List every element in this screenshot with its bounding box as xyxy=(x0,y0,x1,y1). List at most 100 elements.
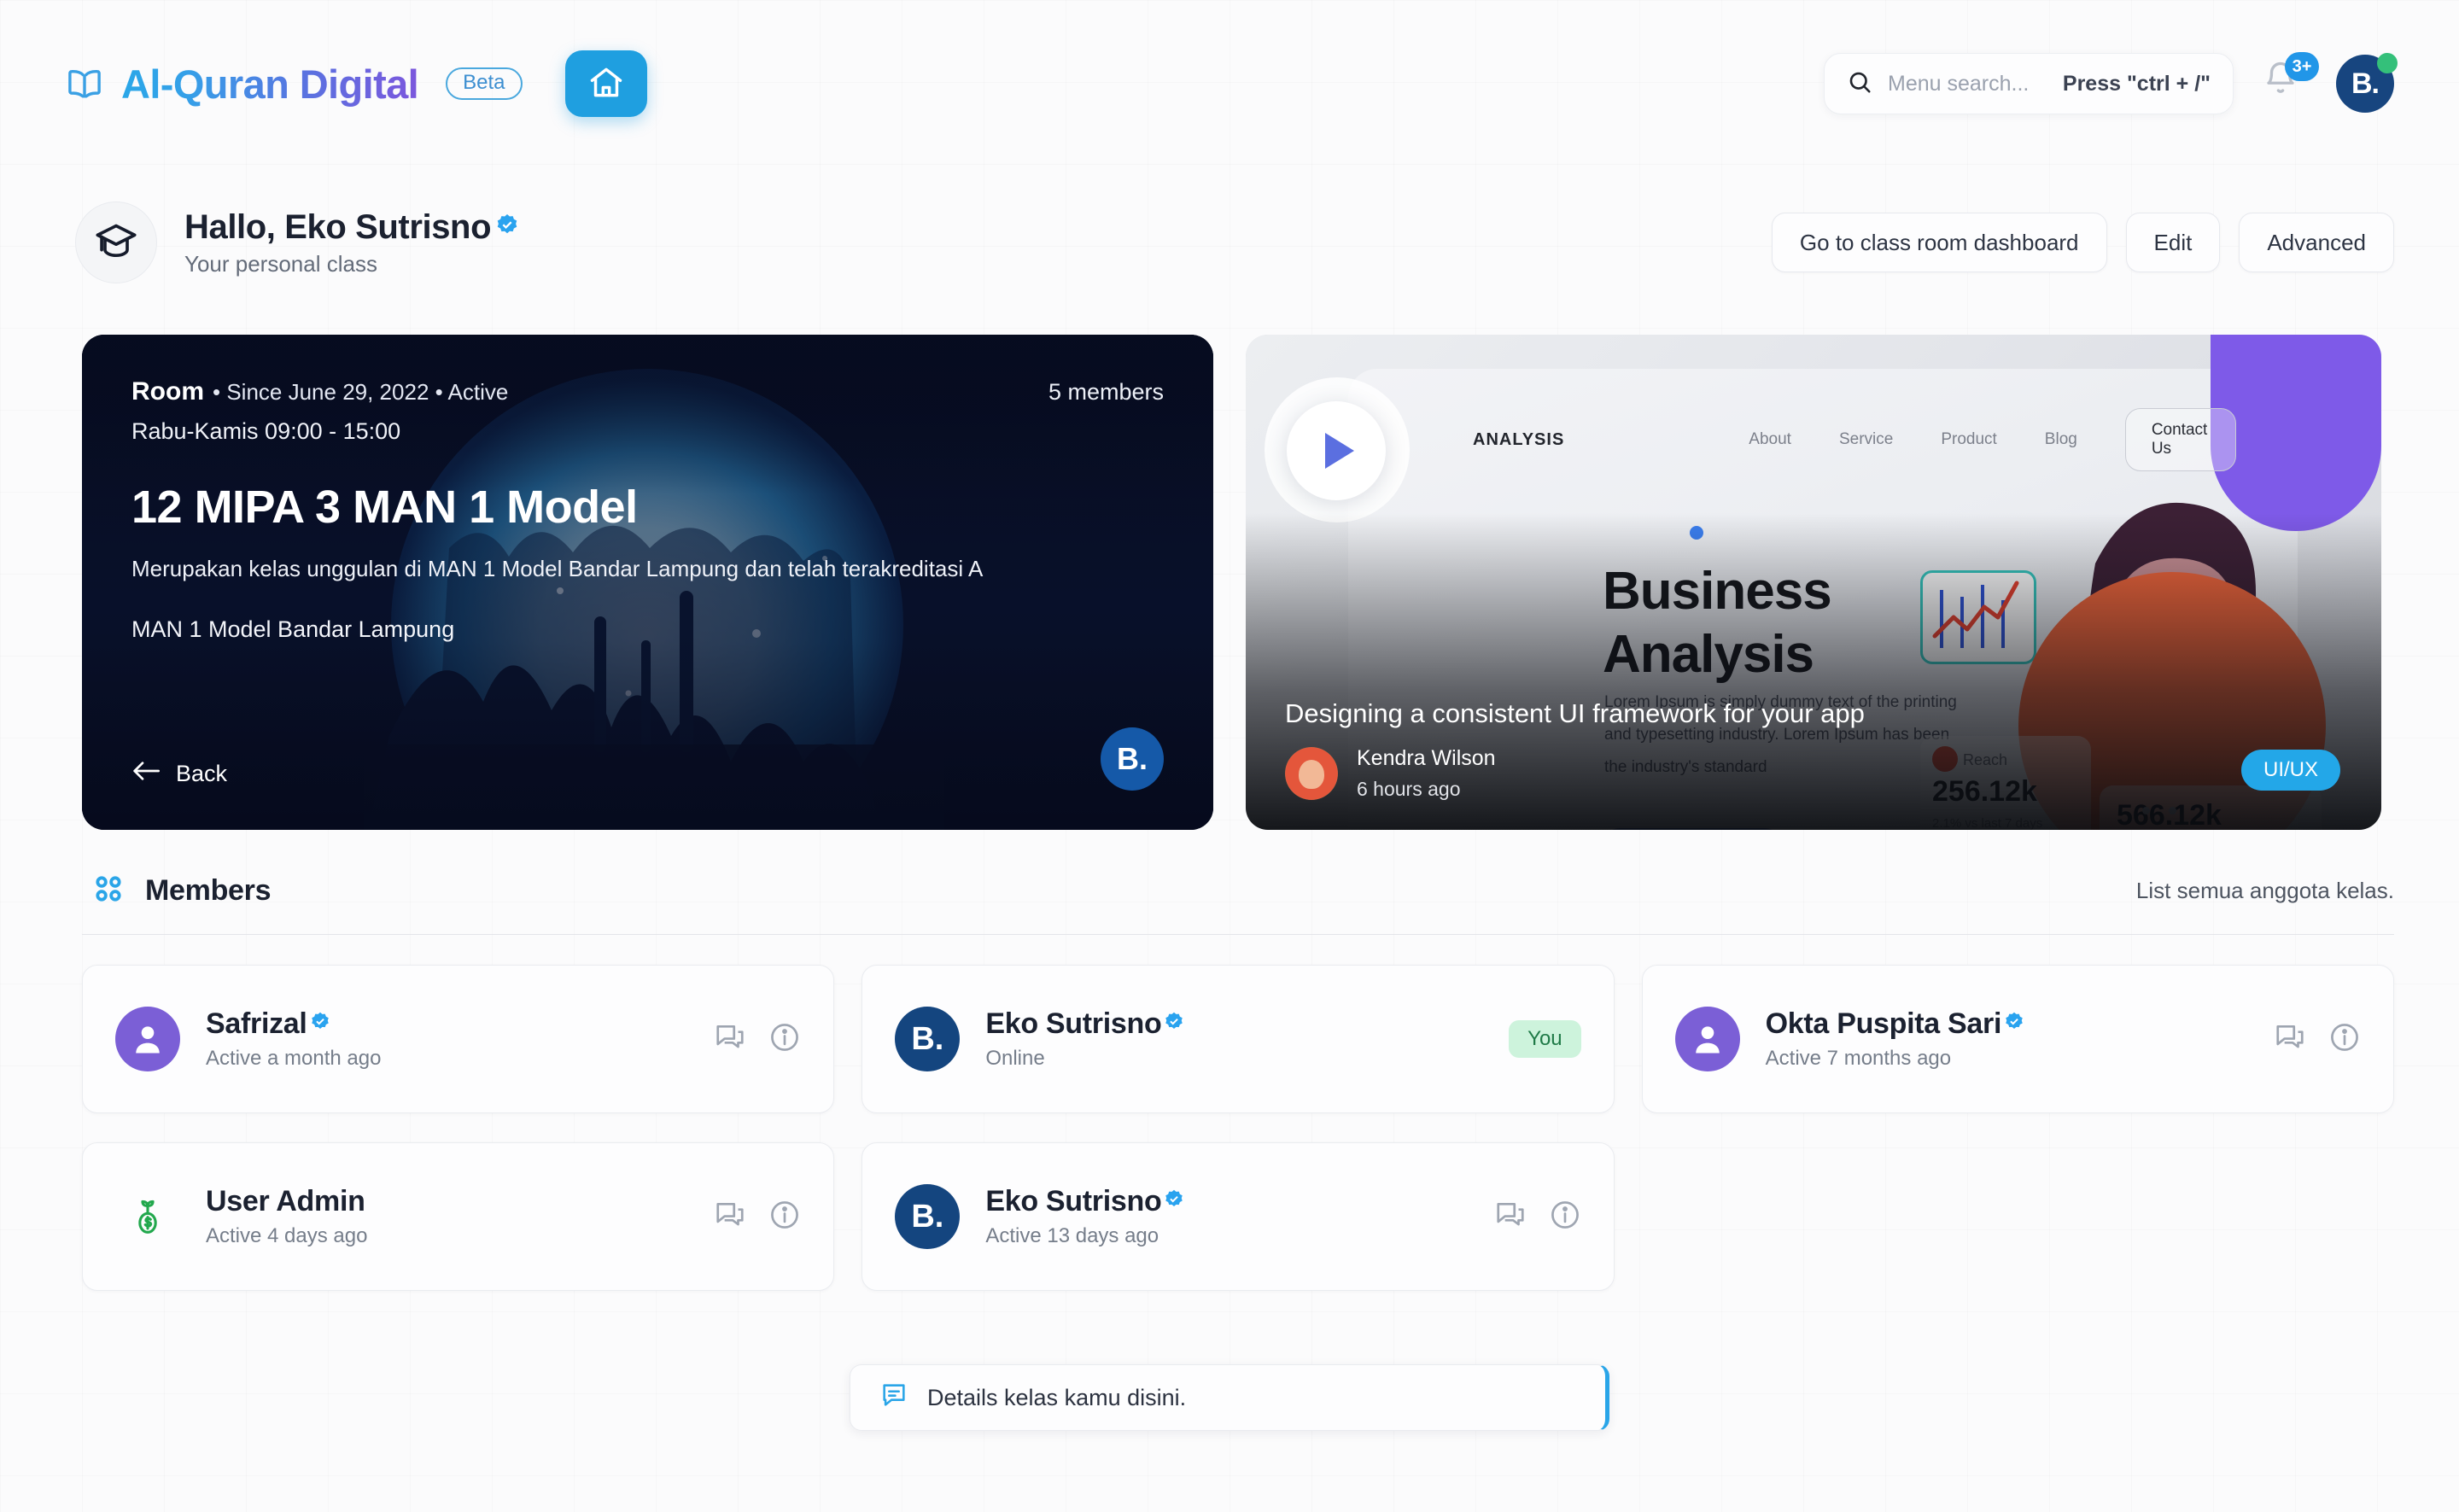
arrow-left-icon xyxy=(131,761,161,787)
greeting-text: Hallo, Eko Sutrisno Your personal class xyxy=(184,208,520,277)
member-name: User Admin xyxy=(206,1185,367,1218)
brand-title: Al-Quran Digital xyxy=(121,61,419,107)
room-content: Room • Since June 29, 2022 • Active 5 me… xyxy=(82,335,1213,830)
user-avatar[interactable]: B. xyxy=(2336,53,2398,113)
person-icon xyxy=(1674,1007,1740,1071)
back-label: Back xyxy=(176,761,228,786)
chat-icon[interactable] xyxy=(2274,1021,2306,1058)
member-status: Active a month ago xyxy=(206,1047,382,1070)
member-actions xyxy=(2274,1021,2361,1058)
member-name-text: Eko Sutrisno xyxy=(985,1007,1162,1040)
chat-icon[interactable] xyxy=(1494,1199,1527,1235)
home-icon xyxy=(587,64,625,104)
members-header: Members List semua anggota kelas. xyxy=(92,873,2394,909)
member-actions xyxy=(714,1021,801,1058)
info-icon[interactable] xyxy=(768,1021,801,1058)
info-icon[interactable] xyxy=(2328,1021,2361,1058)
member-status: Active 7 months ago xyxy=(1765,1047,1952,1070)
advanced-button[interactable]: Advanced xyxy=(2239,213,2394,272)
member-name: Eko Sutrisno xyxy=(985,1007,1185,1041)
home-button[interactable] xyxy=(564,50,647,117)
member-card-user-admin[interactable]: User Admin Active 4 days ago xyxy=(82,1142,835,1291)
chat-icon[interactable] xyxy=(714,1199,746,1235)
search-placeholder: Menu search... xyxy=(1888,71,2030,96)
member-avatar-initials: B. xyxy=(911,1020,944,1057)
greeting-subtitle: Your personal class xyxy=(184,250,377,277)
header-actions: Go to class room dashboard Edit Advanced xyxy=(1771,213,2394,272)
room-schedule: Rabu-Kamis 09:00 - 15:00 xyxy=(131,418,401,444)
online-status-dot xyxy=(2377,53,2398,73)
graduation-cap-icon xyxy=(75,201,157,283)
member-card-safrizal[interactable]: Safrizal Active a month ago xyxy=(82,965,835,1113)
author-avatar xyxy=(1285,747,1338,800)
member-name-text: User Admin xyxy=(206,1185,365,1217)
info-icon[interactable] xyxy=(768,1199,801,1235)
room-owner-initials: B. xyxy=(1117,741,1148,776)
greeting-name: Hallo, Eko Sutrisno xyxy=(184,207,492,246)
info-icon[interactable] xyxy=(1549,1199,1581,1235)
member-card-eko-sutrisno[interactable]: B. Eko Sutrisno Active 13 days ago xyxy=(862,1142,1615,1291)
member-avatar-initials: B. xyxy=(911,1198,944,1235)
person-icon xyxy=(115,1007,180,1071)
top-bar-right: Menu search... Press "ctrl + /" 3+ B. xyxy=(1824,52,2398,114)
featured-video-card[interactable]: ANALYSIS About Service Product Blog Cont… xyxy=(1246,335,2381,830)
edit-button[interactable]: Edit xyxy=(2125,213,2221,272)
avatar-initials: B. xyxy=(2351,67,2380,100)
video-timestamp: 6 hours ago xyxy=(1357,778,1461,800)
search-icon xyxy=(1847,69,1872,99)
room-owner-avatar: B. xyxy=(1101,727,1164,791)
room-card[interactable]: Room • Since June 29, 2022 • Active 5 me… xyxy=(82,335,1213,830)
search-shortcut-hint: Press "ctrl + /" xyxy=(2062,71,2211,96)
video-title: Designing a consistent UI framework for … xyxy=(1285,698,1865,728)
greeting-row: Hallo, Eko Sutrisno Your personal class … xyxy=(75,201,2394,283)
brand-logo[interactable]: Al-Quran Digital Beta xyxy=(65,61,523,108)
member-name-text: Eko Sutrisno xyxy=(985,1185,1162,1217)
members-title: Members xyxy=(145,874,272,907)
member-card-eko-sutrisno-you[interactable]: B. Eko Sutrisno Online You xyxy=(862,965,1615,1113)
member-name: Safrizal xyxy=(206,1007,381,1041)
verified-icon xyxy=(1163,1007,1185,1041)
room-location: MAN 1 Model Bandar Lampung xyxy=(131,616,455,642)
member-status: Active 4 days ago xyxy=(206,1224,368,1247)
video-author-name: Kendra Wilson xyxy=(1357,746,1496,770)
member-card-okta-puspita-sari[interactable]: Okta Puspita Sari Active 7 months ago xyxy=(1641,965,2394,1113)
verified-icon xyxy=(2003,1007,2025,1041)
video-author-row: Kendra Wilson 6 hours ago xyxy=(1285,746,1496,801)
go-to-classroom-dashboard-button[interactable]: Go to class room dashboard xyxy=(1771,213,2107,272)
room-members-count: 5 members xyxy=(1048,379,1164,405)
members-note: List semua anggota kelas. xyxy=(2135,878,2394,903)
notification-badge: 3+ xyxy=(2285,52,2319,81)
member-name: Eko Sutrisno xyxy=(985,1185,1185,1218)
room-meta-row: Room • Since June 29, 2022 • Active 5 me… xyxy=(131,377,1164,406)
beta-badge: Beta xyxy=(446,67,523,100)
grid-icon xyxy=(92,873,125,909)
room-label: Room xyxy=(131,377,204,406)
app-page: Al-Quran Digital Beta Menu search... Pre… xyxy=(0,0,2459,1512)
verified-icon xyxy=(309,1007,331,1041)
room-description: Merupakan kelas unggulan di MAN 1 Model … xyxy=(131,556,984,581)
money-plant-icon xyxy=(115,1184,180,1249)
you-badge: You xyxy=(1509,1020,1581,1058)
member-name-text: Okta Puspita Sari xyxy=(1765,1007,2002,1040)
search-input[interactable]: Menu search... Press "ctrl + /" xyxy=(1824,53,2234,114)
details-banner[interactable]: Details kelas kamu disini. xyxy=(850,1364,1609,1431)
member-status: Active 13 days ago xyxy=(985,1224,1159,1247)
chat-icon[interactable] xyxy=(714,1021,746,1058)
notifications-button[interactable]: 3+ xyxy=(2263,52,2319,108)
member-name-text: Safrizal xyxy=(206,1007,307,1040)
member-actions xyxy=(1494,1199,1581,1235)
members-grid: Safrizal Active a month ago B. Eko Sutri… xyxy=(82,965,2394,1291)
message-icon xyxy=(879,1381,908,1416)
members-divider xyxy=(82,934,2394,935)
avatar: B. xyxy=(895,1007,961,1071)
back-button[interactable]: Back xyxy=(131,761,1164,787)
member-actions xyxy=(714,1199,801,1235)
bell-icon xyxy=(2263,61,2298,102)
cards-row: Room • Since June 29, 2022 • Active 5 me… xyxy=(82,335,2394,830)
room-title: 12 MIPA 3 MAN 1 Model xyxy=(131,482,638,533)
avatar: B. xyxy=(895,1184,961,1249)
verified-icon xyxy=(494,208,520,246)
video-tag-badge: UI/UX xyxy=(2240,750,2340,791)
details-banner-text: Details kelas kamu disini. xyxy=(927,1384,1187,1410)
room-meta: • Since June 29, 2022 • Active xyxy=(213,379,509,405)
